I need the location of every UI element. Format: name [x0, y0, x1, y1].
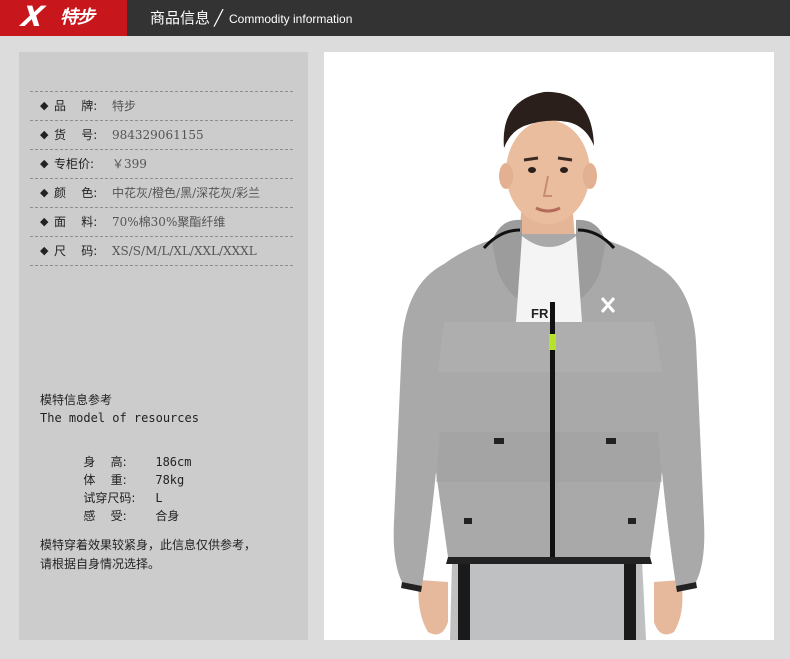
spec-value: 中花灰/橙色/黑/深花灰/彩兰: [112, 186, 261, 200]
diamond-bullet-icon: ◆: [40, 215, 49, 228]
diamond-bullet-icon: ◆: [40, 244, 49, 257]
spec-value: ￥399: [112, 157, 147, 171]
spec-value: 984329061155: [112, 128, 204, 142]
diamond-bullet-icon: ◆: [40, 186, 49, 199]
tshirt-print-text: FR: [531, 306, 549, 321]
spec-label: 品 牌:: [54, 99, 98, 113]
model-info-subtitle: The model of resources: [40, 411, 199, 425]
model-row-value: 合身: [155, 509, 180, 523]
spec-value: 特步: [112, 99, 137, 113]
spec-row-fabric: ◆ 面 料: 70%棉30%聚酯纤维: [30, 207, 293, 236]
product-info-panel: ◆ 品 牌: 特步 ◆ 货 号: 984329061155 ◆ 专柜价: ￥39…: [19, 52, 308, 640]
fit-note: 模特穿着效果较紧身，此信息仅供参考， 请根据自身情况选择。: [40, 536, 300, 574]
top-header-bar: X 特步 商品信息 ╱ Commodity information: [0, 0, 790, 36]
brand-x-mark: X: [19, 0, 47, 33]
spec-label: 尺 码:: [54, 244, 98, 258]
spec-row-size: ◆ 尺 码: XS/S/M/L/XL/XXL/XXXL: [30, 236, 293, 266]
model-row-feel: 感 受: 合身: [40, 492, 179, 540]
spec-value: 70%棉30%聚酯纤维: [112, 215, 226, 229]
spec-label: 面 料:: [54, 215, 98, 229]
model-row-label: 感 受:: [83, 509, 127, 523]
spec-row-price: ◆ 专柜价: ￥399: [30, 149, 293, 178]
brand-name: 特步: [60, 7, 95, 28]
spec-row-item-number: ◆ 货 号: 984329061155: [30, 120, 293, 149]
section-title-en: Commodity information: [229, 12, 353, 26]
section-title-cn: 商品信息: [150, 9, 211, 27]
spec-label: 专柜价:: [54, 157, 95, 171]
model-info-title: 模特信息参考: [40, 393, 113, 407]
brand-logo[interactable]: X 特步: [0, 0, 127, 36]
fit-note-line: 请根据自身情况选择。: [40, 557, 161, 571]
title-separator: ╱: [214, 9, 224, 27]
diamond-bullet-icon: ◆: [40, 157, 49, 170]
spec-label: 货 号:: [54, 128, 98, 142]
spec-label: 颜 色:: [54, 186, 98, 200]
spec-row-color: ◆ 颜 色: 中花灰/橙色/黑/深花灰/彩兰: [30, 178, 293, 207]
diamond-bullet-icon: ◆: [40, 99, 49, 112]
spec-value: XS/S/M/L/XL/XXL/XXXL: [112, 244, 257, 258]
fit-note-line: 模特穿着效果较紧身，此信息仅供参考，: [40, 538, 257, 552]
product-photo: FR: [324, 52, 774, 640]
model-jacket-illustration: FR: [324, 52, 774, 640]
diamond-bullet-icon: ◆: [40, 128, 49, 141]
spec-row-brand: ◆ 品 牌: 特步: [30, 91, 293, 120]
